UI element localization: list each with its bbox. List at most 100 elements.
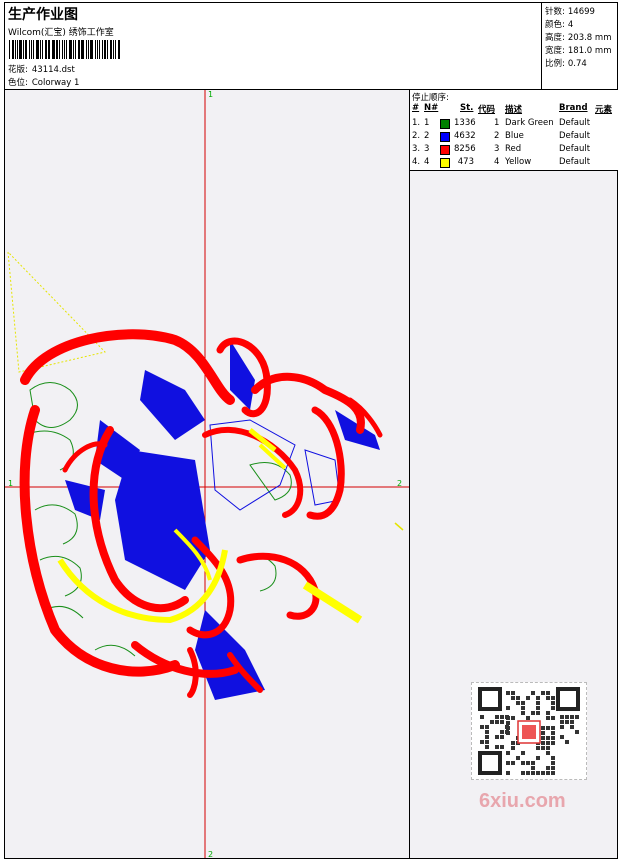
barcode-bar bbox=[9, 40, 10, 59]
row-brand: Default bbox=[559, 131, 591, 141]
row-stitches: 4632 bbox=[454, 131, 476, 141]
barcode-bar bbox=[14, 40, 16, 59]
stats-panel: 针数: 14699 颜色: 4 高度: 203.8 mm 宽度: 181.0 mm 比例… bbox=[541, 3, 618, 89]
qr-pattern bbox=[478, 687, 580, 775]
color-swatch bbox=[440, 158, 450, 168]
row-brand: Default bbox=[559, 157, 591, 167]
production-worksheet: 生产作业图 Wilcom(汇宝) 绣饰工作室 花版: 43114.dst 色位: C… bbox=[4, 2, 618, 859]
stop-sequence-panel: 停止顺序: # N# St. 代码 描述 Brand 元素 1. 1 1336 1 Da… bbox=[409, 90, 618, 171]
row-number: 4. bbox=[412, 157, 421, 167]
width-row: 宽度: 181.0 mm bbox=[545, 44, 611, 56]
barcode-bar bbox=[41, 40, 43, 59]
barcode-bar bbox=[106, 40, 108, 59]
barcode-bar bbox=[32, 40, 35, 59]
colorway-line: 色位: Colorway 1 bbox=[8, 76, 79, 88]
row-description: Yellow bbox=[505, 157, 532, 167]
colors-value: 4 bbox=[567, 20, 574, 30]
barcode-bar bbox=[96, 40, 99, 59]
watermark: 6xiu.com bbox=[479, 790, 566, 812]
header-num: # bbox=[412, 103, 420, 113]
barcode-bar bbox=[99, 40, 101, 59]
axis-label-bottom: 2 bbox=[208, 850, 214, 859]
header-n: N# bbox=[424, 103, 439, 113]
design-value: 43114.dst bbox=[31, 65, 75, 75]
row-stitches: 473 bbox=[457, 157, 474, 167]
colorway-value: Colorway 1 bbox=[31, 78, 80, 88]
software-subtitle: Wilcom(汇宝) 绣饰工作室 bbox=[8, 28, 114, 38]
barcode-bar bbox=[102, 40, 104, 59]
row-stitches: 8256 bbox=[454, 144, 476, 154]
design-canvas: 1 2 1 2 bbox=[5, 90, 409, 859]
axis-label-top: 1 bbox=[208, 90, 214, 99]
barcode-bar bbox=[40, 40, 41, 59]
color-swatch bbox=[440, 145, 450, 155]
row-brand: Default bbox=[559, 118, 591, 128]
barcode-bar bbox=[49, 40, 51, 59]
height-row: 高度: 203.8 mm bbox=[545, 31, 611, 43]
stitches-label: 针数: bbox=[545, 7, 565, 17]
barcode-bar bbox=[94, 40, 96, 59]
barcode-bar bbox=[66, 40, 68, 59]
row-description: Red bbox=[505, 144, 522, 154]
row-stitches: 1336 bbox=[454, 118, 476, 128]
embroidery-preview bbox=[5, 90, 409, 858]
axis-label-right: 2 bbox=[397, 479, 403, 488]
barcode-bar bbox=[61, 40, 63, 59]
barcode-bar bbox=[63, 40, 66, 59]
page-title: 生产作业图 bbox=[8, 7, 78, 23]
barcode-bar bbox=[36, 40, 40, 59]
barcode-bar bbox=[113, 40, 115, 59]
width-label: 宽度: bbox=[545, 46, 565, 56]
design-label: 花版: bbox=[8, 65, 28, 75]
header-element: 元素 bbox=[595, 105, 613, 115]
color-swatch bbox=[440, 119, 450, 129]
colors-label: 颜色: bbox=[545, 20, 565, 30]
side-divider bbox=[409, 90, 410, 858]
height-value: 203.8 mm bbox=[567, 33, 612, 43]
barcode-bar bbox=[82, 40, 85, 59]
axis-label-left: 1 bbox=[8, 479, 14, 488]
design-line: 花版: 43114.dst bbox=[8, 63, 75, 75]
barcode-bar bbox=[88, 40, 89, 59]
barcode-bar bbox=[19, 40, 23, 59]
barcode-bar bbox=[115, 40, 117, 59]
barcode-bar bbox=[77, 40, 80, 59]
colors-row: 颜色: 4 bbox=[545, 18, 573, 30]
row-needle: 3 bbox=[424, 144, 430, 154]
barcode-bar bbox=[25, 40, 27, 59]
row-code: 3 bbox=[494, 144, 500, 154]
header-code: 代码 bbox=[478, 105, 496, 115]
header-desc: 描述 bbox=[505, 105, 523, 115]
header: 生产作业图 Wilcom(汇宝) 绣饰工作室 花版: 43114.dst 色位: C… bbox=[5, 3, 617, 90]
row-needle: 1 bbox=[424, 118, 430, 128]
stitches-row: 针数: 14699 bbox=[545, 5, 595, 17]
yellow-jump-mark bbox=[394, 522, 404, 531]
ratio-value: 0.74 bbox=[567, 59, 587, 69]
barcode bbox=[9, 40, 121, 59]
barcode-bar bbox=[16, 40, 18, 59]
barcode-bar bbox=[72, 40, 74, 59]
row-brand: Default bbox=[559, 144, 591, 154]
row-needle: 2 bbox=[424, 131, 430, 141]
color-swatch bbox=[440, 132, 450, 142]
stitches-value: 14699 bbox=[567, 7, 595, 17]
barcode-bar bbox=[28, 40, 30, 59]
row-description: Blue bbox=[505, 131, 524, 141]
ratio-row: 比例: 0.74 bbox=[545, 57, 587, 69]
height-label: 高度: bbox=[545, 33, 565, 43]
barcode-bar bbox=[52, 40, 56, 59]
barcode-bar bbox=[47, 40, 49, 59]
barcode-bar bbox=[23, 40, 25, 59]
stop-sequence-title: 停止顺序: bbox=[412, 93, 449, 103]
row-code: 2 bbox=[494, 131, 500, 141]
barcode-bar bbox=[89, 40, 93, 59]
ratio-label: 比例: bbox=[545, 59, 565, 69]
qr-code bbox=[471, 682, 587, 780]
barcode-bar bbox=[109, 40, 113, 59]
row-number: 2. bbox=[412, 131, 421, 141]
row-code: 1 bbox=[494, 118, 500, 128]
width-value: 181.0 mm bbox=[567, 46, 612, 56]
barcode-bar bbox=[74, 40, 76, 59]
barcode-bar bbox=[11, 40, 14, 59]
barcode-bar bbox=[69, 40, 72, 59]
